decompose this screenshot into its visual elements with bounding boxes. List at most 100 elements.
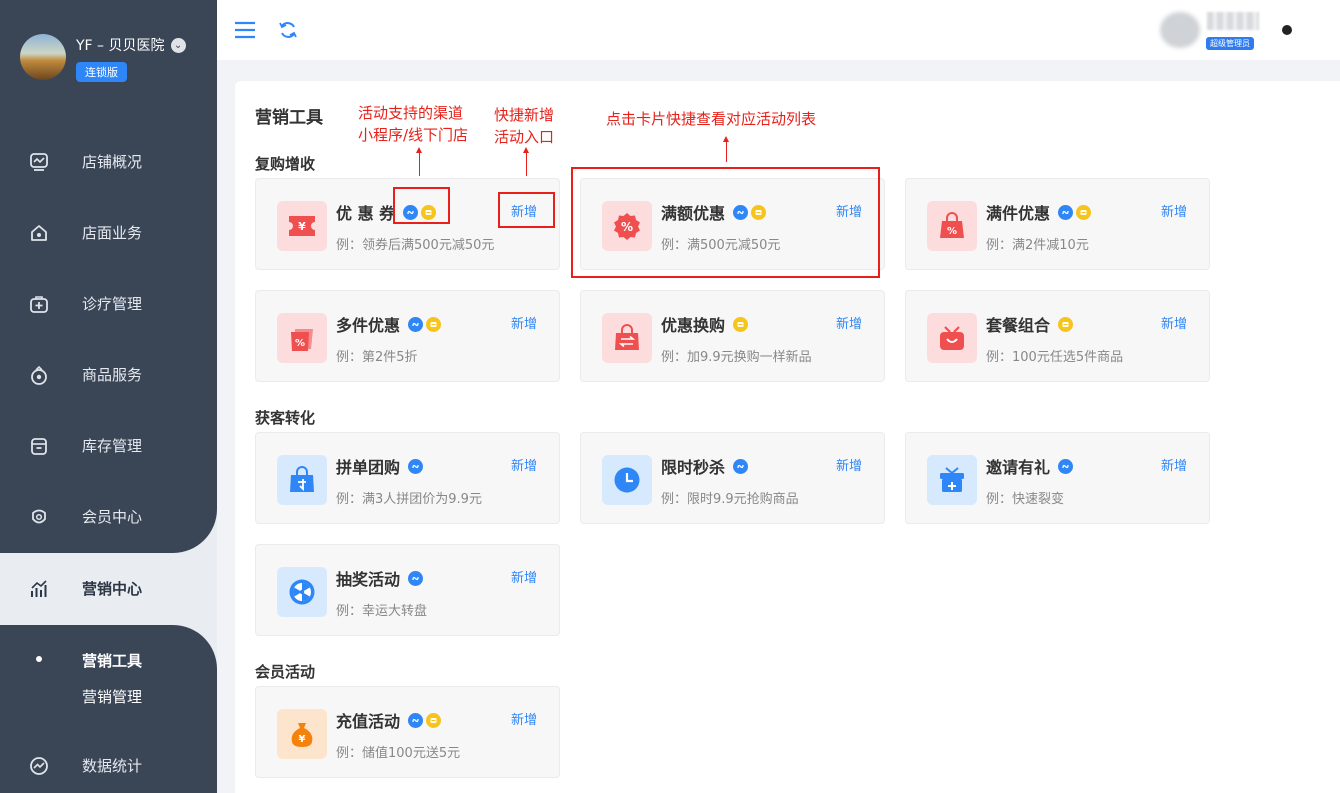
sidebar-item-label: 营销中心	[82, 580, 143, 598]
card-group-buy[interactable]: 拼单团购 例：满3人拼团价为9.9元 新增	[255, 432, 560, 524]
coupon-icon: ¥	[277, 201, 327, 251]
add-package-combo-button[interactable]: 新增	[1161, 313, 1187, 332]
card-title: 邀请有礼	[986, 454, 1074, 478]
hamburger-menu-icon[interactable]	[233, 18, 257, 42]
sidebar-item-medical[interactable]: 诊疗管理	[0, 268, 217, 339]
exchange-bag-icon	[602, 313, 652, 363]
card-flash-sale[interactable]: 限时秒杀 例：限时9.9元抢购商品 新增	[580, 432, 885, 524]
sidebar-subitem-marketing-tools[interactable]: 营销工具	[82, 650, 142, 671]
miniprogram-icon	[408, 316, 424, 332]
add-group-buy-button[interactable]: 新增	[511, 455, 537, 474]
sidebar-item-label: 店铺概况	[82, 153, 143, 171]
user-avatar[interactable]	[1160, 12, 1200, 48]
money-bag-icon: ¥	[277, 709, 327, 759]
miniprogram-icon	[408, 712, 424, 728]
annotation-arrow	[723, 136, 729, 162]
edition-badge: 连锁版	[76, 62, 127, 82]
dashboard-icon	[28, 151, 50, 173]
card-title-text: 多件优惠	[336, 316, 401, 335]
sidebar-item-statistics[interactable]: 数据统计	[0, 730, 217, 793]
user-menu-dot[interactable]	[1282, 25, 1292, 35]
sidebar-item-marketing[interactable]: 营销中心	[0, 553, 217, 624]
card-title-text: 邀请有礼	[986, 458, 1051, 477]
store-icon	[426, 712, 442, 728]
member-icon	[28, 506, 50, 528]
add-invite-gift-button[interactable]: 新增	[1161, 455, 1187, 474]
annotation-line: 快捷新增	[494, 106, 555, 124]
card-title-text: 套餐组合	[986, 316, 1051, 335]
card-title: 套餐组合	[986, 312, 1074, 336]
add-quantity-discount-button[interactable]: 新增	[1161, 201, 1187, 220]
statistics-icon	[28, 755, 50, 777]
add-recharge-button[interactable]: 新增	[511, 709, 537, 728]
miniprogram-icon	[1058, 458, 1074, 474]
card-title: 满件优惠	[986, 200, 1092, 224]
card-desc: 例：满3人拼团价为9.9元	[336, 492, 482, 507]
shop-avatar[interactable]	[20, 34, 66, 80]
card-desc: 例：加9.9元换购一样新品	[661, 350, 812, 365]
sidebar-subitem-marketing-manage[interactable]: 营销管理	[82, 686, 142, 707]
annotation-arrow	[416, 147, 422, 176]
sidebar-item-label: 诊疗管理	[82, 295, 143, 313]
card-desc: 例：100元任选5件商品	[986, 350, 1124, 365]
add-lottery-button[interactable]: 新增	[511, 567, 537, 586]
chevron-down-icon: ⌄	[170, 37, 186, 53]
card-multi-item-discount[interactable]: % 多件优惠 例：第2件5折 新增	[255, 290, 560, 382]
card-desc: 例：储值100元送5元	[336, 746, 461, 761]
card-exchange-purchase[interactable]: 优惠换购 例：加9.9元换购一样新品 新增	[580, 290, 885, 382]
card-title-text: 限时秒杀	[661, 458, 726, 477]
sidebar-item-goods[interactable]: 商品服务	[0, 339, 217, 410]
card-recharge[interactable]: ¥ 充值活动 例：储值100元送5元 新增	[255, 686, 560, 778]
card-title-text: 抽奖活动	[336, 570, 401, 589]
refresh-icon[interactable]	[276, 18, 300, 42]
card-desc: 例：限时9.9元抢购商品	[661, 492, 799, 507]
card-title-text: 优惠换购	[661, 316, 726, 335]
annotation-channels: 活动支持的渠道 小程序/线下门店	[358, 102, 468, 146]
card-invite-gift[interactable]: 邀请有礼 例：快速裂变 新增	[905, 432, 1210, 524]
gift-combo-icon	[927, 313, 977, 363]
shop-name: YF – 贝贝医院	[76, 38, 165, 54]
card-title: 充值活动	[336, 708, 442, 732]
clock-icon	[602, 455, 652, 505]
section-title-member: 会员活动	[255, 663, 316, 681]
annotation-line: 活动支持的渠道	[358, 104, 464, 122]
card-desc: 例：幸运大转盘	[336, 604, 428, 619]
sidebar-item-label: 店面业务	[82, 224, 143, 242]
annotation-box-channels	[393, 187, 450, 224]
sidebar-item-label: 商品服务	[82, 366, 143, 384]
annotation-quick-add: 快捷新增 活动入口	[494, 104, 554, 148]
card-title: 抽奖活动	[336, 566, 424, 590]
shop-switcher[interactable]: YF – 贝贝医院 ⌄	[76, 35, 186, 55]
sidebar-item-overview[interactable]: 店铺概况	[0, 126, 217, 197]
annotation-arrow	[523, 147, 529, 176]
card-title-text: 拼单团购	[336, 458, 401, 477]
sidebar-item-label: 数据统计	[82, 757, 143, 775]
sidebar-item-member[interactable]: 会员中心	[0, 481, 217, 552]
sidebar-item-inventory[interactable]: 库存管理	[0, 410, 217, 481]
add-exchange-purchase-button[interactable]: 新增	[836, 313, 862, 332]
shopping-bag-percent-icon: %	[927, 201, 977, 251]
inventory-box-icon	[28, 435, 50, 457]
sidebar: YF – 贝贝医院 ⌄ 连锁版 店铺概况 店面业务 诊疗管理 商品服务 库存管理	[0, 0, 217, 793]
card-title: 多件优惠	[336, 312, 442, 336]
sidebar-item-label: 会员中心	[82, 508, 143, 526]
add-multi-item-discount-button[interactable]: 新增	[511, 313, 537, 332]
annotation-box-add	[498, 192, 555, 228]
card-package-combo[interactable]: 套餐组合 例：100元任选5件商品 新增	[905, 290, 1210, 382]
add-flash-sale-button[interactable]: 新增	[836, 455, 862, 474]
card-desc: 例：满2件减10元	[986, 238, 1089, 253]
active-sub-dot	[36, 656, 42, 662]
group-buy-bag-icon	[277, 455, 327, 505]
user-name-blurred	[1207, 12, 1259, 30]
card-lottery[interactable]: 抽奖活动 例：幸运大转盘 新增	[255, 544, 560, 636]
card-title-text: 充值活动	[336, 712, 401, 731]
store-icon	[1058, 316, 1074, 332]
sidebar-item-store-business[interactable]: 店面业务	[0, 197, 217, 268]
card-quantity-discount[interactable]: % 满件优惠 例：满2件减10元 新增	[905, 178, 1210, 270]
card-title-text: 优 惠 券	[336, 204, 396, 223]
svg-text:¥: ¥	[298, 220, 306, 233]
annotation-line: 活动入口	[494, 128, 555, 146]
annotation-box-card	[571, 167, 880, 278]
medical-kit-icon	[28, 293, 50, 315]
card-title: 优惠换购	[661, 312, 749, 336]
